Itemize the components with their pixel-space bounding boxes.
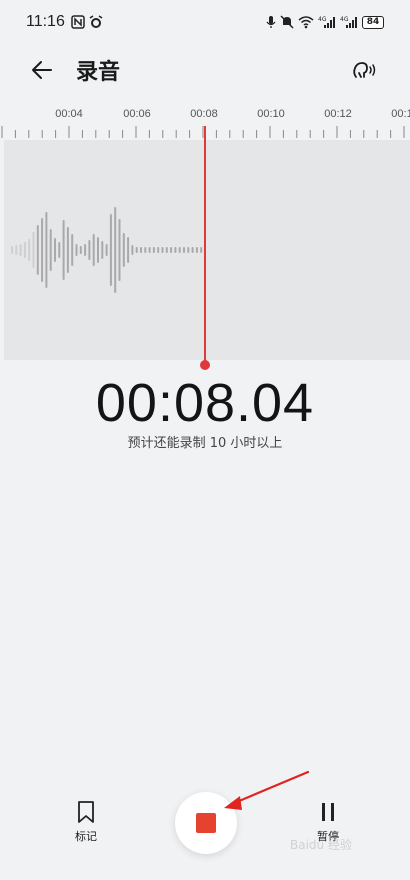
nfc-icon — [71, 14, 85, 30]
tick-label: 00:08 — [190, 108, 218, 120]
page-title: 录音 — [76, 60, 121, 85]
tick-label: 00:04 — [55, 108, 83, 120]
battery-indicator: 84 — [362, 15, 384, 29]
watermark: Baidu 经验 — [290, 838, 352, 852]
mark-button[interactable]: 标记 — [64, 800, 108, 850]
pause-icon — [322, 803, 334, 821]
mute-icon — [280, 14, 294, 30]
back-button[interactable] — [28, 56, 56, 84]
remaining-time-text: 预计还能录制 10 小时以上 — [127, 436, 283, 451]
signal-4g-icon: 4G — [340, 14, 358, 30]
tick-label: 00:1 — [391, 108, 410, 120]
mark-label: 标记 — [75, 830, 97, 843]
svg-text:4G: 4G — [318, 16, 327, 23]
waveform-area — [4, 140, 410, 360]
back-arrow-icon — [32, 61, 52, 79]
stop-icon — [196, 813, 216, 833]
waveform — [11, 207, 203, 293]
bottom-controls: 标记 暂停 — [0, 780, 410, 880]
tick-label: 00:12 — [324, 108, 352, 120]
app-header: 录音 — [0, 50, 410, 90]
signal-4g-icon: 4G — [318, 14, 336, 30]
tick-label: 00:06 — [123, 108, 151, 120]
annotation-arrow-icon — [224, 770, 310, 810]
status-left-icons — [71, 14, 103, 30]
bookmark-icon — [78, 801, 94, 823]
tick-label: 00:10 — [257, 108, 285, 120]
elapsed-timer: 00:08.04 — [95, 373, 315, 433]
svg-text:4G: 4G — [340, 16, 349, 23]
playhead-line[interactable] — [204, 126, 206, 366]
status-right-icons: 4G 4G 84 — [266, 14, 384, 30]
voice-enhance-icon — [353, 62, 376, 78]
playhead-handle[interactable] — [200, 360, 210, 370]
alarm-icon — [89, 14, 103, 30]
status-time: 11:16 — [26, 13, 65, 30]
mic-icon — [266, 14, 276, 30]
voice-enhance-button[interactable] — [348, 53, 382, 87]
status-bar: 11:16 4G 4G 84 — [0, 0, 410, 44]
wifi-icon — [298, 14, 314, 30]
